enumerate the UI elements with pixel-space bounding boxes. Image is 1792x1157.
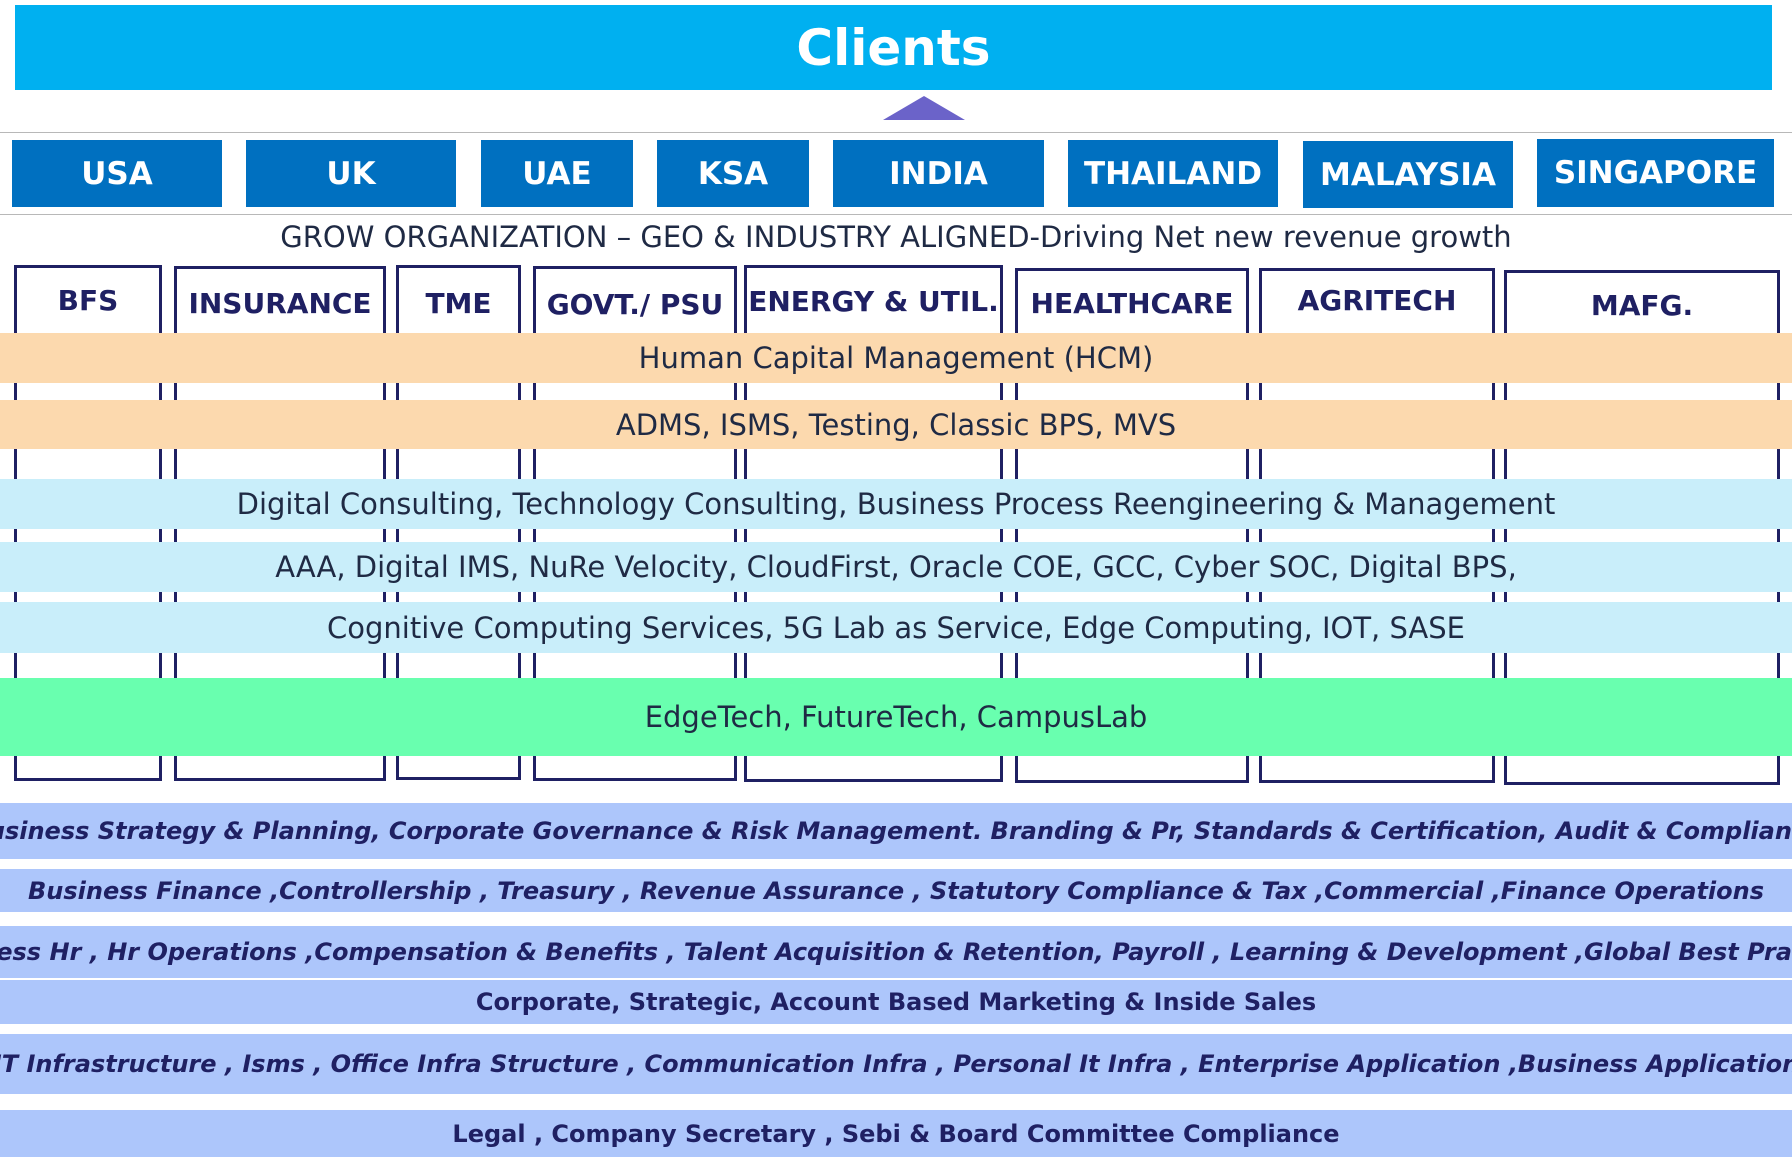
function-business-finance: Business Finance ,Controllership , Treas… [0, 869, 1792, 912]
up-arrow-icon [883, 96, 965, 120]
industry-label-healthcare: HEALTHCARE [1030, 287, 1234, 320]
band-digital-consulting: Digital Consulting, Technology Consultin… [0, 479, 1792, 529]
divider-top [0, 132, 1792, 133]
band-adms: ADMS, ISMS, Testing, Classic BPS, MVS [0, 400, 1792, 449]
clients-banner: Clients [15, 5, 1772, 90]
industry-label-mafg: MAFG. [1590, 289, 1694, 322]
geo-box-usa: USA [12, 140, 222, 207]
geo-box-india: INDIA [833, 140, 1044, 207]
geo-box-singapore: SINGAPORE [1537, 139, 1774, 207]
band-edgetech: EdgeTech, FutureTech, CampusLab [0, 678, 1792, 756]
industry-label-insurance: INSURANCE [188, 287, 372, 320]
function-it-infrastructure: IT Infrastructure , Isms , Office Infra … [0, 1034, 1792, 1094]
geo-box-thailand: THAILAND [1068, 140, 1278, 207]
grow-organization-title: GROW ORGANIZATION – GEO & INDUSTRY ALIGN… [280, 220, 1512, 254]
band-aaa-digital: AAA, Digital IMS, NuRe Velocity, CloudFi… [0, 542, 1792, 592]
industry-label-bfs: BFS [57, 284, 119, 317]
function-marketing: Corporate, Strategic, Account Based Mark… [0, 980, 1792, 1024]
function-business-hr: Business Hr , Hr Operations ,Compensatio… [0, 926, 1792, 978]
band-hcm: Human Capital Management (HCM) [0, 333, 1792, 383]
geo-box-uae: UAE [481, 140, 633, 207]
geo-box-ksa: KSA [657, 140, 809, 207]
industry-label-agritech: AGRITECH [1297, 284, 1457, 317]
geo-box-uk: UK [246, 140, 456, 207]
geo-box-malaysia: MALAYSIA [1303, 141, 1513, 208]
industry-label-tme: TME [425, 287, 492, 320]
function-business-strategy: Business Strategy & Planning, Corporate … [0, 803, 1792, 859]
divider-geo [0, 214, 1792, 215]
industry-label-govt-psu: GOVT./ PSU [546, 288, 724, 321]
industry-label-energy-util: ENERGY & UTIL. [748, 285, 999, 318]
function-legal: Legal , Company Secretary , Sebi & Board… [0, 1110, 1792, 1157]
band-cognitive-computing: Cognitive Computing Services, 5G Lab as … [0, 602, 1792, 653]
